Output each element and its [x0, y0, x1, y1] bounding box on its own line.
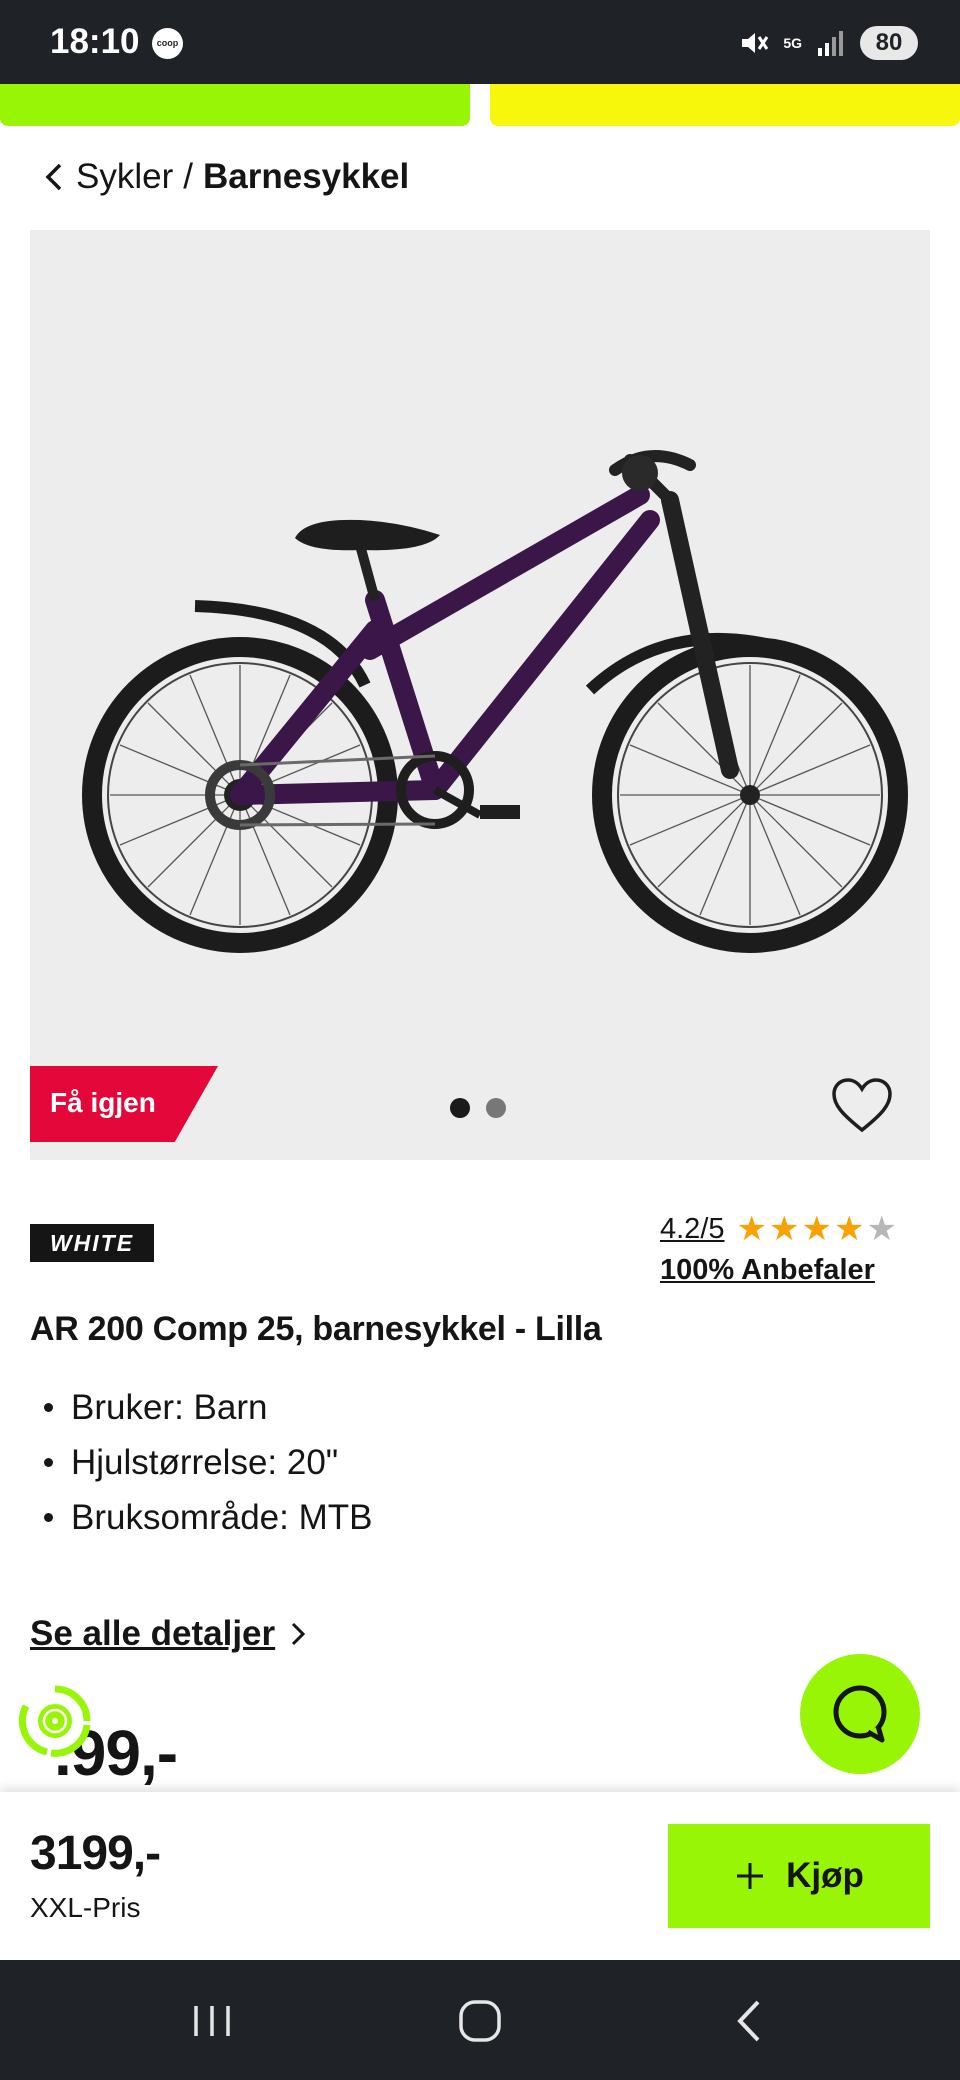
breadcrumb-current: Barnesykkel — [202, 157, 410, 196]
home-icon[interactable] — [450, 1996, 510, 2046]
battery-icon: 80 — [860, 26, 918, 60]
network-type: 5G — [783, 35, 802, 51]
feature-text: Bruksområde: MTB — [71, 1498, 373, 1537]
brand-logo[interactable]: WHITE — [30, 1224, 154, 1262]
chat-bubble-icon — [833, 1685, 887, 1743]
product-title: AR 200 Comp 25, barnesykkel - Lilla — [30, 1310, 602, 1348]
feature-text: Hjulstørrelse: 20" — [71, 1443, 339, 1482]
star-icon: ★ — [736, 1210, 767, 1248]
buy-bar-price-label: XXL-Pris — [30, 1892, 141, 1923]
plus-icon — [737, 1863, 764, 1889]
carousel-dots[interactable] — [450, 1098, 506, 1118]
recycle-icon[interactable] — [14, 1680, 96, 1762]
chevron-right-icon — [292, 1622, 306, 1646]
status-icons: 5G 80 — [739, 24, 918, 62]
coop-icon: coop — [152, 28, 183, 59]
star-empty-icon: ★ — [866, 1210, 897, 1248]
rating-score[interactable]: 4.2/5 — [660, 1213, 725, 1246]
rating-stars: ★ ★ ★ ★ ★ — [737, 1212, 897, 1246]
see-all-details-link[interactable]: Se alle detaljer — [30, 1614, 307, 1654]
recommend-link[interactable]: 100% Anbefaler — [660, 1254, 940, 1287]
list-item: Hjulstørrelse: 20" — [30, 1435, 372, 1490]
chevron-left-icon — [45, 163, 62, 191]
feature-list: Bruker: Barn Hjulstørrelse: 20" Bruksomr… — [30, 1380, 372, 1545]
carousel-dot-1[interactable] — [450, 1098, 470, 1118]
list-item: Bruksområde: MTB — [30, 1490, 372, 1545]
details-link-label: Se alle detaljer — [30, 1614, 276, 1653]
product-image — [82, 450, 908, 953]
list-item: Bruker: Barn — [30, 1380, 372, 1435]
promo-banner-yellow[interactable] — [490, 84, 960, 126]
breadcrumb-separator: / — [183, 157, 193, 196]
breadcrumb[interactable]: Sykler / Barnesykkel — [40, 154, 409, 200]
buy-bar: 3199,- XXL-Pris Kjøp — [0, 1792, 960, 1960]
buy-button-label: Kjøp — [786, 1856, 864, 1895]
carousel-dot-2[interactable] — [486, 1098, 506, 1118]
back-icon[interactable] — [720, 1996, 780, 2046]
mute-icon — [742, 33, 769, 53]
promo-banner-green[interactable] — [0, 84, 470, 126]
heart-outline-icon[interactable] — [830, 1076, 894, 1134]
chat-button[interactable] — [800, 1654, 920, 1774]
status-time: 18:10 — [50, 22, 140, 61]
star-icon: ★ — [833, 1210, 865, 1248]
star-icon: ★ — [768, 1210, 800, 1248]
breadcrumb-parent[interactable]: Sykler — [76, 157, 173, 197]
star-icon: ★ — [801, 1210, 832, 1248]
status-bar: 18:10 coop 5G 80 — [0, 0, 960, 84]
signal-icon — [818, 31, 843, 56]
product-image-gallery[interactable]: Få igjen — [30, 230, 930, 1160]
buy-button[interactable]: Kjøp — [668, 1824, 930, 1928]
recent-apps-icon[interactable] — [182, 1996, 242, 2046]
buy-bar-price: 3199,- — [30, 1827, 161, 1880]
rating-summary[interactable]: 4.2/5 ★ ★ ★ ★ ★ 100% Anbefaler — [660, 1212, 940, 1287]
feature-text: Bruker: Barn — [71, 1388, 268, 1427]
system-nav-bar — [0, 1960, 960, 2080]
